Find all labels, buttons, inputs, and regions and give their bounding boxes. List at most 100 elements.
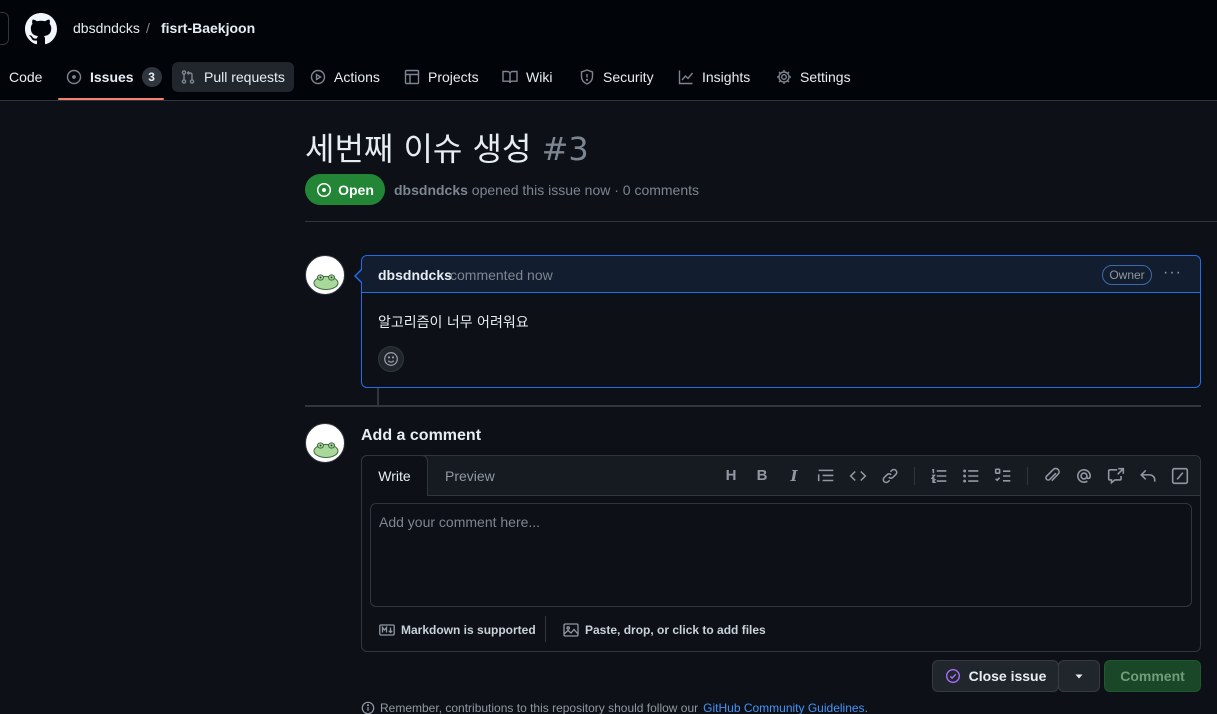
breadcrumb-separator: / bbox=[146, 20, 150, 36]
tab-security[interactable]: Security bbox=[571, 62, 662, 92]
footnote-end: . bbox=[864, 701, 868, 714]
issue-closed-icon bbox=[945, 668, 960, 684]
comment-header: dbsdndcks commented now Owner ··· bbox=[362, 256, 1200, 293]
add-reaction-button[interactable] bbox=[378, 346, 404, 372]
frog-avatar-icon bbox=[313, 442, 339, 458]
issues-count-badge: 3 bbox=[141, 67, 162, 87]
comment-button[interactable]: Comment bbox=[1104, 660, 1201, 692]
frog-avatar-icon bbox=[313, 274, 339, 290]
community-guidelines-note: Remember, contributions to this reposito… bbox=[361, 701, 868, 714]
triangle-down-icon bbox=[1075, 674, 1083, 679]
breadcrumb-repo[interactable]: fisrt-Baekjoon bbox=[161, 20, 255, 36]
bold-icon[interactable]: B bbox=[753, 467, 771, 485]
toolbar-separator bbox=[1027, 467, 1028, 485]
shield-icon bbox=[580, 69, 594, 85]
book-icon bbox=[502, 70, 518, 84]
avatar[interactable] bbox=[305, 423, 345, 463]
tab-code[interactable]: Code bbox=[1, 62, 50, 92]
editor-footer: Markdown is supported Paste, drop, or cl… bbox=[362, 616, 1200, 652]
active-tab-underline bbox=[58, 98, 164, 100]
heading-icon[interactable]: H bbox=[722, 467, 740, 485]
editor-tabs: Write Preview H B I bbox=[361, 455, 1200, 496]
attach-files-button[interactable]: Paste, drop, or click to add files bbox=[563, 622, 766, 638]
tab-insights[interactable]: Insights bbox=[670, 62, 758, 92]
comment-body: 알고리즘이 너무 어려워요 bbox=[378, 315, 529, 331]
toolbar-separator bbox=[914, 467, 915, 485]
tab-issues[interactable]: Issues 3 bbox=[58, 62, 170, 92]
breadcrumb-owner[interactable]: dbsdndcks bbox=[73, 20, 140, 36]
markdown-icon bbox=[379, 624, 395, 636]
comment-pointer-inner bbox=[356, 269, 363, 283]
tab-insights-label: Insights bbox=[702, 69, 751, 85]
issue-opened-icon bbox=[66, 69, 82, 85]
issue-meta-text: opened this issue now · 0 comments bbox=[471, 182, 700, 198]
add-comment-heading: Add a comment bbox=[361, 427, 482, 444]
unordered-list-icon[interactable] bbox=[962, 467, 980, 485]
ordered-list-icon[interactable] bbox=[930, 467, 948, 485]
tab-wiki[interactable]: Wiki bbox=[494, 62, 560, 92]
avatar[interactable] bbox=[305, 255, 345, 295]
graph-icon bbox=[678, 70, 694, 85]
issue-opened-icon bbox=[317, 182, 332, 197]
footer-separator bbox=[545, 616, 546, 642]
comment-editor: Write Preview H B I Add your comment her… bbox=[361, 455, 1201, 652]
tab-actions-label: Actions bbox=[334, 69, 380, 85]
timeline-divider bbox=[305, 405, 1201, 407]
close-issue-label: Close issue bbox=[968, 668, 1047, 684]
comment-timestamp[interactable]: commented now bbox=[450, 267, 553, 283]
tab-issues-label: Issues bbox=[90, 69, 134, 85]
comment-textarea[interactable] bbox=[370, 503, 1192, 607]
tab-write[interactable]: Write bbox=[361, 455, 428, 496]
markdown-supported-link[interactable]: Markdown is supported bbox=[379, 622, 536, 638]
issue-author-link[interactable]: dbsdndcks bbox=[394, 182, 468, 198]
tab-preview[interactable]: Preview bbox=[445, 468, 495, 484]
owner-role-badge: Owner bbox=[1102, 265, 1152, 285]
link-icon[interactable] bbox=[881, 467, 899, 485]
issue-title: 세번째 이슈 생성 #3 bbox=[305, 124, 589, 170]
italic-icon[interactable]: I bbox=[785, 467, 803, 485]
tab-actions[interactable]: Actions bbox=[302, 62, 388, 92]
tab-settings[interactable]: Settings bbox=[768, 62, 859, 92]
footnote-text: Remember, contributions to this reposito… bbox=[380, 701, 699, 714]
issue-state-badge: Open bbox=[305, 174, 385, 205]
table-icon bbox=[404, 69, 420, 85]
info-icon bbox=[361, 701, 375, 714]
community-guidelines-link[interactable]: GitHub Community Guidelines bbox=[703, 701, 864, 714]
close-issue-dropdown[interactable] bbox=[1058, 660, 1100, 692]
tab-code-label: Code bbox=[9, 69, 43, 85]
play-icon bbox=[310, 69, 326, 85]
tab-wiki-label: Wiki bbox=[526, 69, 553, 85]
tasklist-icon[interactable] bbox=[994, 467, 1012, 485]
kebab-horizontal-icon[interactable]: ··· bbox=[1163, 264, 1182, 282]
timeline-connector bbox=[377, 388, 379, 406]
issue-comment: dbsdndcks commented now Owner ··· 알고리즘이 … bbox=[361, 255, 1201, 388]
issue-state-label: Open bbox=[338, 181, 374, 198]
quote-icon[interactable] bbox=[817, 467, 835, 485]
issue-number: #3 bbox=[541, 130, 589, 168]
menu-button[interactable] bbox=[0, 12, 9, 45]
tab-projects-label: Projects bbox=[428, 69, 479, 85]
tab-pull-requests[interactable]: Pull requests bbox=[172, 62, 294, 92]
git-pull-request-icon bbox=[181, 70, 195, 84]
issue-meta: dbsdndcks opened this issue now · 0 comm… bbox=[394, 182, 699, 198]
slash-command-icon[interactable] bbox=[1171, 467, 1189, 485]
image-icon bbox=[563, 623, 579, 637]
repo-header: dbsdndcks / fisrt-Baekjoon Code Issues 3… bbox=[0, 0, 1217, 101]
tab-settings-label: Settings bbox=[800, 69, 851, 85]
github-logo-icon[interactable] bbox=[25, 13, 57, 45]
paperclip-icon[interactable] bbox=[1043, 467, 1061, 485]
markdown-note: Markdown is supported bbox=[401, 623, 536, 637]
code-icon[interactable] bbox=[849, 467, 867, 485]
comment-author-link[interactable]: dbsdndcks bbox=[378, 267, 452, 283]
close-issue-button[interactable]: Close issue bbox=[932, 660, 1059, 692]
mention-icon[interactable] bbox=[1075, 467, 1093, 485]
gear-icon bbox=[777, 70, 791, 84]
cross-reference-icon[interactable] bbox=[1107, 467, 1125, 485]
tab-projects[interactable]: Projects bbox=[396, 62, 487, 92]
tab-security-label: Security bbox=[603, 69, 654, 85]
comment-button-label: Comment bbox=[1120, 668, 1185, 684]
issue-title-text: 세번째 이슈 생성 bbox=[305, 130, 532, 168]
reply-icon[interactable] bbox=[1139, 467, 1157, 485]
attach-note: Paste, drop, or click to add files bbox=[585, 623, 766, 637]
header-divider bbox=[305, 221, 1217, 222]
